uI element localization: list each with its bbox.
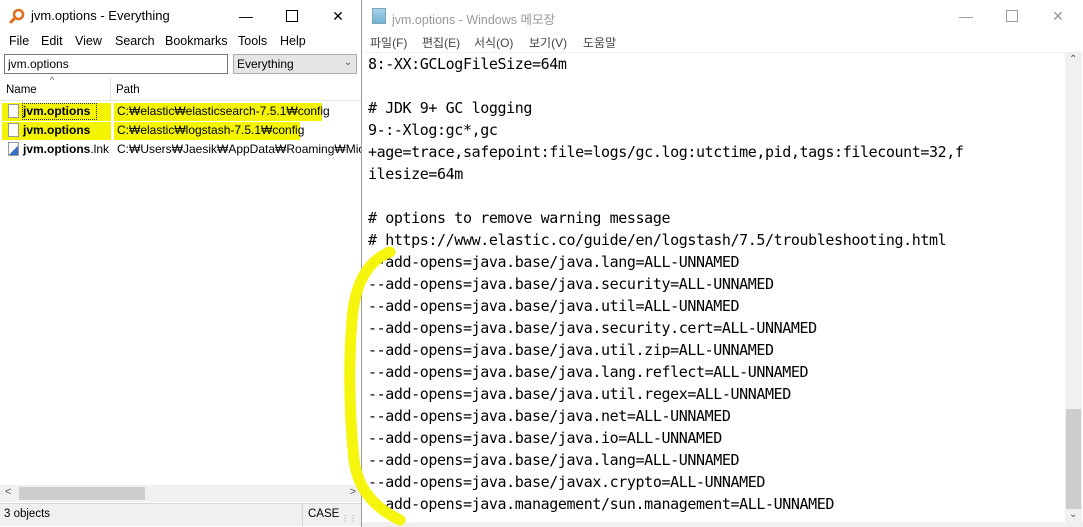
minimize-icon: — [959, 8, 973, 24]
result-name: jvm.options [23, 104, 91, 118]
result-name: jvm.options.lnk [23, 142, 110, 156]
status-bar: 3 objects CASE ⋮⋮ [0, 503, 361, 526]
chevron-down-icon: ⌄ [343, 57, 352, 68]
text-line: --add-opens=java.management/sun.manageme… [368, 495, 835, 513]
notepad-window-title: jvm.options - Windows 메모장 [392, 13, 556, 27]
text-line: ilesize=64m [368, 165, 463, 183]
menu-view[interactable]: 보기(V) [529, 34, 567, 51]
object-count: 3 objects [4, 508, 51, 520]
search-input[interactable] [4, 54, 228, 74]
maximize-button[interactable] [269, 0, 315, 32]
scroll-left-icon[interactable]: < [5, 486, 11, 498]
resize-grip-icon[interactable]: ⋮⋮ [341, 514, 357, 523]
text-line: 9-:-Xlog:gc*,gc [368, 121, 498, 139]
menu-tools[interactable]: Tools [238, 34, 267, 48]
column-divider[interactable] [110, 78, 111, 100]
close-button[interactable]: ✕ [315, 0, 361, 32]
menu-view[interactable]: View [75, 34, 102, 48]
scroll-right-icon[interactable]: > [350, 486, 356, 498]
everything-window: jvm.options - Everything — ✕ File Edit V… [0, 0, 362, 527]
menu-file[interactable]: 파일(F) [370, 34, 407, 51]
menu-file[interactable]: File [9, 34, 29, 48]
text-line: --add-opens=java.base/javax.crypto=ALL-U… [368, 473, 766, 491]
text-line: +age=trace,safepoint:file=logs/gc.log:ut… [368, 143, 964, 161]
maximize-button[interactable] [989, 0, 1035, 32]
menu-help[interactable]: Help [280, 34, 306, 48]
file-icon [8, 104, 19, 118]
maximize-icon [1006, 10, 1018, 22]
scroll-down-icon[interactable]: ⌄ [1069, 509, 1077, 520]
text-line: # https://www.elastic.co/guide/en/logsta… [368, 231, 947, 249]
results-column-header: ^ Name Path [0, 75, 361, 101]
text-line: 8:-XX:GCLogFileSize=64m [368, 55, 567, 73]
shortcut-icon [8, 142, 19, 156]
menu-edit[interactable]: 편집(E) [422, 34, 460, 51]
close-icon: ✕ [332, 7, 344, 24]
result-path: C:₩Users₩Jaesik₩AppData₩Roaming₩Micros [117, 142, 361, 156]
everything-menubar: File Edit View Search Bookmarks Tools He… [0, 32, 361, 52]
filter-selected-value: Everything [237, 57, 294, 71]
minimize-icon: — [239, 8, 253, 24]
text-line: --add-opens=java.base/java.util.zip=ALL-… [368, 341, 774, 359]
column-header-path[interactable]: Path [116, 84, 140, 96]
result-path: C:₩elastic₩logstash-7.5.1₩config [117, 123, 305, 137]
text-line: --add-opens=java.base/java.util.regex=AL… [368, 385, 791, 403]
text-line: --add-opens=java.base/java.lang.reflect=… [368, 363, 809, 381]
result-row[interactable]: jvm.options.lnk C:₩Users₩Jaesik₩AppData₩… [0, 140, 361, 159]
text-line: --add-opens=java.base/java.security=ALL-… [368, 275, 774, 293]
filter-dropdown[interactable]: Everything ⌄ [233, 54, 357, 74]
everything-app-icon [9, 8, 25, 24]
result-name: jvm.options [23, 123, 91, 137]
horizontal-scrollbar[interactable]: < > [0, 485, 361, 502]
close-icon: ✕ [1052, 7, 1064, 24]
notepad-bottom-edge [362, 522, 1083, 527]
vertical-scrollbar[interactable]: ⌃ ⌄ [1065, 52, 1082, 522]
notepad-app-icon [372, 8, 386, 24]
text-editor[interactable]: 8:-XX:GCLogFileSize=64m # JDK 9+ GC logg… [362, 52, 1065, 523]
everything-window-title: jvm.options - Everything [31, 8, 170, 23]
notepad-menubar: 파일(F) 편집(E) 서식(O) 보기(V) 도움말 [362, 32, 1083, 52]
text-line: # JDK 9+ GC logging [368, 99, 532, 117]
text-line: --add-opens=java.base/java.security.cert… [368, 319, 817, 337]
text-line: # options to remove warning message [368, 209, 671, 227]
result-path: C:₩elastic₩elasticsearch-7.5.1₩config [117, 104, 330, 118]
result-row[interactable]: jvm.options C:₩elastic₩logstash-7.5.1₩co… [0, 121, 361, 140]
menu-bookmarks[interactable]: Bookmarks [165, 34, 228, 48]
notepad-titlebar: jvm.options - Windows 메모장 — ✕ [362, 0, 1083, 32]
notepad-window: jvm.options - Windows 메모장 — ✕ 파일(F) 편집(E… [362, 0, 1083, 527]
case-indicator: CASE [308, 508, 340, 520]
scrollbar-thumb[interactable] [1066, 409, 1081, 509]
result-row[interactable]: jvm.options C:₩elastic₩elasticsearch-7.5… [0, 102, 361, 121]
everything-titlebar: jvm.options - Everything — ✕ [0, 0, 361, 32]
maximize-icon [286, 10, 298, 22]
scrollbar-thumb[interactable] [19, 487, 145, 500]
text-line: --add-opens=java.base/java.util=ALL-UNNA… [368, 297, 740, 315]
file-icon [8, 123, 19, 137]
text-line: --add-opens=java.base/java.lang=ALL-UNNA… [368, 253, 740, 271]
text-line: --add-opens=java.base/java.lang=ALL-UNNA… [368, 451, 740, 469]
column-header-name[interactable]: Name [6, 84, 37, 96]
menu-format[interactable]: 서식(O) [474, 34, 513, 51]
close-button[interactable]: ✕ [1035, 0, 1081, 32]
minimize-button[interactable]: — [943, 0, 989, 32]
menu-help[interactable]: 도움말 [583, 34, 616, 51]
menu-edit[interactable]: Edit [41, 34, 63, 48]
text-line: --add-opens=java.base/java.net=ALL-UNNAM… [368, 407, 731, 425]
text-line: --add-opens=java.base/java.io=ALL-UNNAME… [368, 429, 722, 447]
status-divider [302, 504, 303, 526]
scroll-up-icon[interactable]: ⌃ [1069, 54, 1077, 65]
menu-search[interactable]: Search [115, 34, 155, 48]
sort-ascending-icon: ^ [50, 75, 55, 85]
minimize-button[interactable]: — [223, 0, 269, 32]
